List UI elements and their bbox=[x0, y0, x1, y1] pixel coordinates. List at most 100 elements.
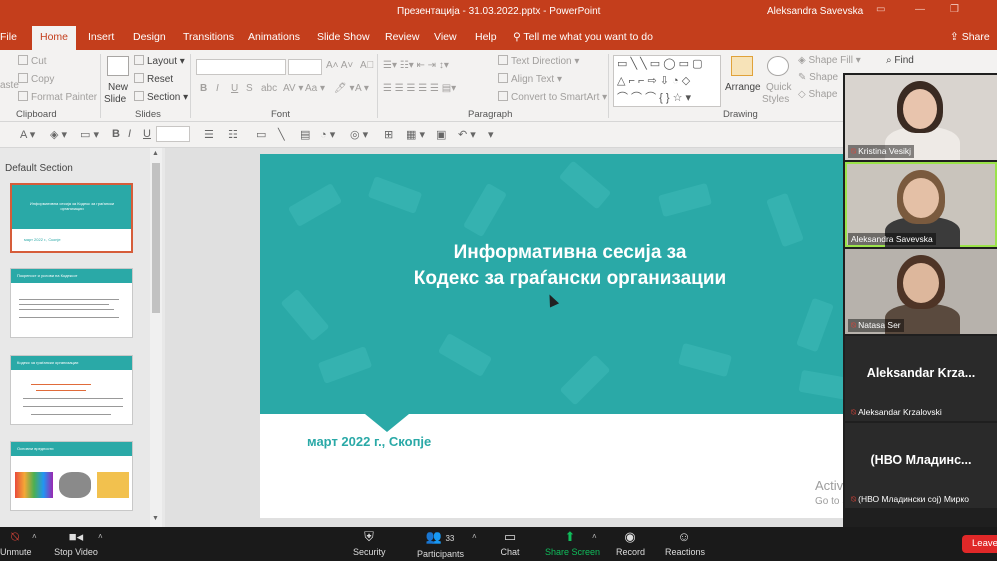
thumbnail-scrollbar[interactable]: ▲ ▼ bbox=[150, 148, 162, 527]
video-tile-5[interactable]: (НВО Младинс... ⍉ (НВО Младински сој) Мир… bbox=[845, 423, 997, 508]
tab-help[interactable]: Help bbox=[475, 31, 497, 43]
change-case-icon[interactable]: Aa ▾ bbox=[305, 83, 325, 94]
security-button[interactable]: ⛨ Security bbox=[353, 530, 386, 558]
video-tile-1[interactable]: ⍉ Kristina Vesikj bbox=[845, 75, 997, 160]
numbering-icon[interactable]: ☷ bbox=[228, 128, 238, 141]
bullets-icon[interactable]: ☰ bbox=[204, 128, 214, 141]
underline-icon[interactable]: U bbox=[143, 128, 151, 140]
slide-thumbnail-3[interactable]: Кодекс за граѓански организации bbox=[10, 355, 133, 425]
save-icon[interactable]: ▣ bbox=[436, 128, 446, 141]
scroll-down-icon[interactable]: ▼ bbox=[152, 515, 159, 522]
section-label[interactable]: Default Section bbox=[5, 163, 73, 174]
current-slide[interactable]: Информативна сесија за Кодекс за граѓанс… bbox=[260, 154, 860, 518]
bold-icon[interactable]: B bbox=[112, 128, 120, 140]
format-painter-button[interactable]: Format Painter bbox=[18, 91, 97, 103]
tab-home[interactable]: Home bbox=[32, 26, 77, 50]
font-size-input[interactable] bbox=[288, 59, 322, 75]
undo-icon[interactable]: ↶ ▾ bbox=[458, 128, 476, 141]
reset-button[interactable]: Reset bbox=[134, 73, 173, 85]
share-screen-button[interactable]: ⬆ Share Screen bbox=[545, 530, 600, 558]
tab-design[interactable]: Design bbox=[133, 31, 166, 43]
share-button[interactable]: ⇪ Share bbox=[950, 31, 990, 43]
convert-smartart-button[interactable]: Convert to SmartArt ▾ bbox=[498, 91, 607, 103]
video-tile-3[interactable]: ⍉ Natasa Ser bbox=[845, 249, 997, 334]
section-button[interactable]: Section ▾ bbox=[134, 91, 188, 103]
shapes-gallery[interactable]: ▭ ╲ ╲ ▭ ◯ ▭ ▢ △ ⌐ ⌐ ⇨ ⇩ ◔ ◇ ⌒ ⌒ ⌒ { } ☆ ▾ bbox=[613, 55, 721, 107]
text-direction-button[interactable]: Text Direction ▾ bbox=[498, 55, 579, 67]
align-text-button[interactable]: Align Text ▾ bbox=[498, 73, 562, 85]
align-icons[interactable]: ☰ ☰ ☰ ☰ ☰ ▤▾ bbox=[383, 83, 456, 94]
shadow-icon[interactable]: S bbox=[246, 83, 253, 94]
shape-fill-button[interactable]: ◈ Shape Fill ▾ bbox=[798, 55, 861, 66]
copy-button[interactable]: Copy bbox=[18, 73, 54, 85]
new-slide-label-2[interactable]: Slide bbox=[104, 94, 126, 105]
line-icon[interactable]: ╲ bbox=[278, 128, 285, 141]
share-options-caret[interactable]: ˄ bbox=[592, 532, 597, 541]
new-slide-icon[interactable] bbox=[107, 56, 129, 76]
account-name[interactable]: Aleksandra Savevska bbox=[767, 6, 863, 17]
quick-styles-label-2[interactable]: Styles bbox=[762, 94, 789, 105]
minimize-icon[interactable]: — bbox=[915, 4, 929, 18]
fill-icon[interactable]: ◈ ▾ bbox=[50, 128, 67, 141]
ribbon-display-icon[interactable]: ▭ bbox=[876, 4, 890, 18]
find-button[interactable]: ⌕ Find bbox=[886, 55, 914, 66]
arrange-icon[interactable] bbox=[731, 56, 753, 76]
tab-file[interactable]: File bbox=[0, 31, 17, 43]
textbox-icon[interactable]: ▤ bbox=[300, 128, 310, 141]
scroll-up-icon[interactable]: ▲ bbox=[152, 150, 159, 157]
shape-fill-icon[interactable]: ◎ ▾ bbox=[350, 128, 368, 141]
unmute-button[interactable]: ⍉ Unmute bbox=[0, 530, 32, 558]
tab-animations[interactable]: Animations bbox=[248, 31, 300, 43]
font-size-input[interactable] bbox=[156, 126, 190, 142]
slide-thumbnail-1[interactable]: Информативна сесија за Кодекс за граѓанс… bbox=[10, 183, 133, 253]
quick-styles-label-1[interactable]: Quick bbox=[766, 82, 792, 93]
outline-icon[interactable]: ▭ ▾ bbox=[80, 128, 99, 141]
tab-transitions[interactable]: Transitions bbox=[183, 31, 234, 43]
clear-formatting-icon[interactable]: A⃠ bbox=[360, 60, 374, 71]
font-color-icon[interactable]: A ▾ bbox=[355, 83, 369, 94]
italic-icon[interactable]: I bbox=[128, 128, 131, 140]
font-size-buttons[interactable]: A˄ A˅ bbox=[326, 60, 353, 71]
font-family-input[interactable] bbox=[196, 59, 286, 75]
slide-thumbnail-2[interactable]: Покреност и услови на Кодексот bbox=[10, 268, 133, 338]
reactions-button[interactable]: ☺ Reactions bbox=[665, 530, 705, 558]
video-tile-4[interactable]: Aleksandar Krza... ⍉ Aleksandar Krzalovsk… bbox=[845, 336, 997, 421]
audio-options-caret[interactable]: ˄ bbox=[32, 532, 37, 541]
maximize-icon[interactable]: ❐ bbox=[950, 4, 964, 18]
leave-meeting-button[interactable]: Leave bbox=[962, 535, 997, 553]
char-spacing-icon[interactable]: AV ▾ bbox=[283, 83, 303, 94]
stop-video-button[interactable]: ■◂ Stop Video bbox=[54, 530, 98, 558]
tab-slide-show[interactable]: Slide Show bbox=[317, 31, 370, 43]
tab-insert[interactable]: Insert bbox=[88, 31, 114, 43]
shapes-icon[interactable]: ◔ ▾ bbox=[320, 128, 335, 141]
participants-options-caret[interactable]: ˄ bbox=[472, 532, 477, 541]
highlight-icon[interactable]: 🖊 ▾ bbox=[334, 83, 355, 94]
participants-button[interactable]: 👥 33 Participants bbox=[417, 530, 464, 560]
tab-review[interactable]: Review bbox=[385, 31, 419, 43]
shape-outline-button[interactable]: ✎ Shape bbox=[798, 72, 838, 83]
paste-button[interactable]: aste bbox=[0, 80, 19, 91]
quick-styles-icon[interactable] bbox=[767, 56, 789, 76]
italic-icon[interactable]: I bbox=[216, 83, 219, 94]
record-button[interactable]: ◉ Record bbox=[616, 530, 645, 558]
slide-date[interactable]: март 2022 г., Скопје bbox=[307, 434, 431, 449]
customize-toolbar-icon[interactable]: ▾ bbox=[488, 128, 494, 141]
shape-effects-button[interactable]: ◇ Shape bbox=[798, 89, 837, 100]
rectangle-icon[interactable]: ▭ bbox=[256, 128, 266, 141]
video-tile-2[interactable]: Aleksandra Savevska bbox=[845, 162, 997, 247]
arrange-button[interactable]: Arrange bbox=[725, 82, 761, 93]
new-slide-label-1[interactable]: New bbox=[108, 82, 128, 93]
cut-button[interactable]: Cut bbox=[18, 55, 47, 67]
align-icon[interactable]: ⊞ bbox=[384, 128, 393, 141]
strikethrough-icon[interactable]: abc bbox=[261, 83, 277, 94]
bullets-icon[interactable]: ☰▾ ☷▾ ⇤ ⇥ ↕▾ bbox=[383, 60, 449, 71]
slide-thumbnail-4[interactable]: Основни вредности bbox=[10, 441, 133, 511]
bold-icon[interactable]: B bbox=[200, 83, 207, 94]
tab-view[interactable]: View bbox=[434, 31, 457, 43]
table-icon[interactable]: ▦ ▾ bbox=[406, 128, 425, 141]
video-options-caret[interactable]: ˄ bbox=[98, 532, 103, 541]
scrollbar-thumb[interactable] bbox=[152, 163, 160, 313]
text-fill-icon[interactable]: A ▾ bbox=[20, 128, 35, 141]
slide-title[interactable]: Информативна сесија за Кодекс за граѓанс… bbox=[360, 240, 780, 292]
layout-button[interactable]: Layout ▾ bbox=[134, 55, 185, 67]
